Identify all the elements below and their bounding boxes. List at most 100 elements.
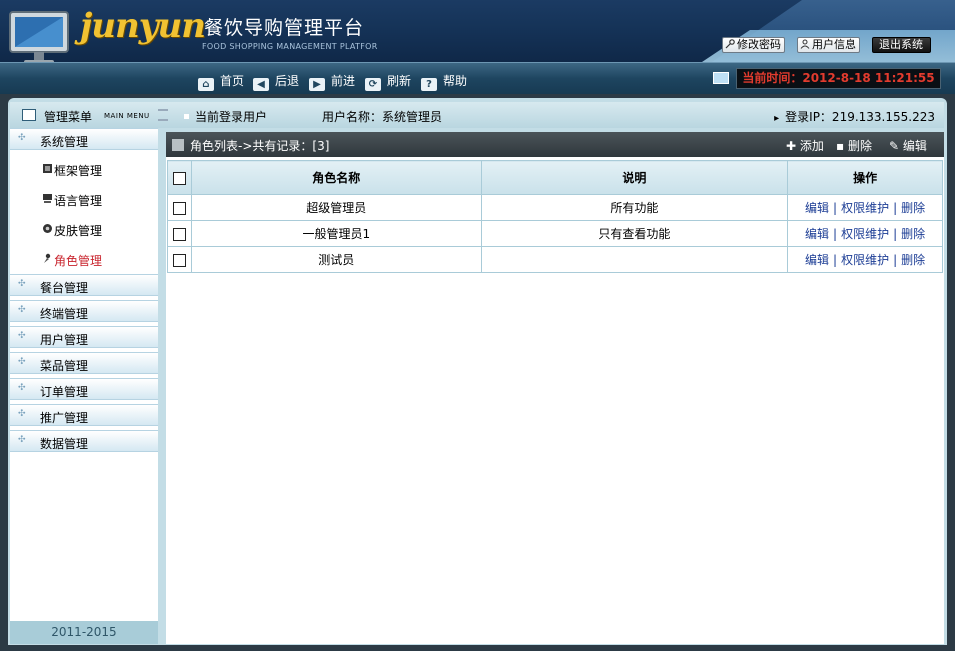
collapse-menu-icon[interactable] bbox=[158, 109, 168, 121]
row-delete-link[interactable]: 删除 bbox=[901, 201, 925, 215]
trash-icon: ▪ bbox=[836, 139, 845, 153]
frame-icon bbox=[43, 164, 52, 173]
row-actions: 编辑 | 权限维护 | 删除 bbox=[787, 220, 943, 247]
back-button[interactable]: ◀ 后退 bbox=[253, 72, 299, 91]
select-all-checkbox[interactable] bbox=[172, 171, 186, 185]
system-subtitle: FOOD SHOPPING MANAGEMENT PLATFOR bbox=[202, 42, 378, 51]
separator: | bbox=[893, 201, 898, 215]
table-row: 测试员 编辑 | 权限维护 | 删除 bbox=[167, 246, 943, 273]
sidebar-item-language[interactable]: 语言管理 bbox=[10, 184, 158, 214]
row-edit-link[interactable]: 编辑 bbox=[805, 227, 829, 241]
row-permission-link[interactable]: 权限维护 bbox=[841, 201, 889, 215]
sidebar-group-data[interactable]: ✣ 数据管理 bbox=[10, 430, 158, 452]
role-name-cell: 一般管理员1 bbox=[190, 220, 482, 247]
refresh-label: 刷新 bbox=[387, 74, 412, 88]
role-name-cell: 超级管理员 bbox=[190, 194, 482, 221]
row-checkbox[interactable] bbox=[172, 227, 186, 241]
info-bar: 管理菜单 MAIN MENU 当前登录用户 用户名称：系统管理员 登录IP：21… bbox=[10, 102, 944, 128]
nav-toolbar: ⌂ 首页 ◀ 后退 ▶ 前进 ⟳ 刷新 ? 帮助 当前时间：2012-8-18 11:21… bbox=[0, 62, 955, 94]
row-checkbox[interactable] bbox=[172, 253, 186, 267]
sidebar-group-label: 菜品管理 bbox=[40, 359, 89, 373]
sidebar-group-dish[interactable]: ✣ 菜品管理 bbox=[10, 352, 158, 374]
help-label: 帮助 bbox=[443, 74, 468, 88]
sidebar-group-user[interactable]: ✣ 用户管理 bbox=[10, 326, 158, 348]
edit-button[interactable]: ✎ 编辑 bbox=[889, 137, 927, 154]
list-header-bar: 角色列表->共有记录：[3] ✚ 添加 ▪ 删除 ✎ 编辑 bbox=[166, 132, 944, 157]
row-edit-link[interactable]: 编辑 bbox=[805, 253, 829, 267]
separator: | bbox=[833, 227, 838, 241]
logout-label: 退出系统 bbox=[879, 38, 923, 51]
sidebar-group-label: 推广管理 bbox=[40, 411, 89, 425]
user-info-button[interactable]: 用户信息 bbox=[797, 37, 860, 53]
forward-label: 前进 bbox=[331, 74, 356, 88]
row-edit-link[interactable]: 编辑 bbox=[805, 201, 829, 215]
table-row: 超级管理员 所有功能 编辑 | 权限维护 | 删除 bbox=[167, 194, 943, 221]
row-delete-link[interactable]: 删除 bbox=[901, 253, 925, 267]
logout-button[interactable]: 退出系统 bbox=[872, 37, 931, 53]
bullet-icon: ✣ bbox=[18, 331, 26, 341]
app-header: junyun 餐饮导购管理平台 FOOD SHOPPING MANAGEMENT… bbox=[0, 0, 955, 62]
key-icon bbox=[725, 39, 735, 49]
home-label: 首页 bbox=[220, 74, 245, 88]
copyright-text: 2011-2015 bbox=[10, 621, 158, 644]
delete-label: 删除 bbox=[847, 139, 872, 153]
menu-title: 管理菜单 bbox=[44, 110, 93, 124]
separator: | bbox=[833, 253, 838, 267]
add-button[interactable]: ✚ 添加 bbox=[786, 137, 824, 154]
content-panel: 角色列表->共有记录：[3] ✚ 添加 ▪ 删除 ✎ 编辑 角色名称 说明 操作… bbox=[166, 132, 944, 644]
home-button[interactable]: ⌂ 首页 bbox=[198, 72, 244, 91]
sidebar-item-label: 框架管理 bbox=[54, 164, 103, 178]
row-checkbox[interactable] bbox=[172, 201, 186, 215]
sidebar-menu: ✣ 系统管理 框架管理 语言管理 皮肤管理 角色管理 ✣ 餐台管理 ✣ 终端管理 ✣ 用… bbox=[10, 128, 158, 644]
table-row: 一般管理员1 只有查看功能 编辑 | 权限维护 | 删除 bbox=[167, 220, 943, 247]
user-icon bbox=[800, 39, 810, 49]
role-desc-cell: 所有功能 bbox=[480, 194, 789, 221]
bullet-icon: ✣ bbox=[18, 383, 26, 393]
bullet-icon: ✣ bbox=[18, 435, 26, 445]
menu-subtitle: MAIN MENU bbox=[104, 112, 150, 120]
list-icon bbox=[172, 139, 184, 151]
brand-logo-text: junyun bbox=[80, 6, 206, 46]
pencil-icon: ✎ bbox=[889, 139, 900, 153]
sidebar-group-terminal[interactable]: ✣ 终端管理 bbox=[10, 300, 158, 322]
plus-icon: ✚ bbox=[786, 139, 797, 153]
role-name-cell: 测试员 bbox=[190, 246, 482, 273]
current-time-display: 当前时间：2012-8-18 11:21:55 bbox=[736, 68, 941, 89]
sidebar-item-role[interactable]: 角色管理 bbox=[10, 244, 158, 274]
back-arrow-icon: ◀ bbox=[253, 78, 269, 91]
sidebar-item-skin[interactable]: 皮肤管理 bbox=[10, 214, 158, 244]
sidebar-group-label: 用户管理 bbox=[40, 333, 89, 347]
refresh-icon: ⟳ bbox=[365, 78, 381, 91]
separator: | bbox=[833, 201, 838, 215]
skin-icon bbox=[43, 224, 52, 233]
column-header-desc: 说明 bbox=[480, 160, 789, 195]
bullet-icon: ✣ bbox=[18, 133, 26, 143]
row-permission-link[interactable]: 权限维护 bbox=[841, 227, 889, 241]
help-button[interactable]: ? 帮助 bbox=[421, 72, 467, 91]
sidebar-group-label: 系统管理 bbox=[40, 135, 89, 149]
sidebar-group-order[interactable]: ✣ 订单管理 bbox=[10, 378, 158, 400]
sidebar-group-table[interactable]: ✣ 餐台管理 bbox=[10, 274, 158, 296]
sidebar-group-system[interactable]: ✣ 系统管理 bbox=[10, 128, 158, 150]
sidebar-group-label: 订单管理 bbox=[40, 385, 89, 399]
forward-button[interactable]: ▶ 前进 bbox=[309, 72, 355, 91]
system-title: 餐饮导购管理平台 bbox=[204, 17, 365, 39]
row-permission-link[interactable]: 权限维护 bbox=[841, 253, 889, 267]
row-delete-link[interactable]: 删除 bbox=[901, 227, 925, 241]
sidebar-item-label: 语言管理 bbox=[54, 194, 103, 208]
separator: | bbox=[893, 253, 898, 267]
role-table: 角色名称 说明 操作 超级管理员 所有功能 编辑 | 权限维护 | 删除 一般管理员1 … bbox=[167, 160, 943, 273]
refresh-button[interactable]: ⟳ 刷新 bbox=[365, 72, 411, 91]
change-password-button[interactable]: 修改密码 bbox=[722, 37, 785, 53]
delete-button[interactable]: ▪ 删除 bbox=[836, 137, 872, 154]
forward-arrow-icon: ▶ bbox=[309, 78, 325, 91]
separator: | bbox=[893, 227, 898, 241]
sidebar-group-promotion[interactable]: ✣ 推广管理 bbox=[10, 404, 158, 426]
edit-label: 编辑 bbox=[902, 139, 927, 153]
column-header-name: 角色名称 bbox=[190, 160, 482, 195]
sidebar-group-label: 终端管理 bbox=[40, 307, 89, 321]
sidebar-item-frame[interactable]: 框架管理 bbox=[10, 154, 158, 184]
current-user-label: 当前登录用户 bbox=[184, 108, 267, 125]
row-actions: 编辑 | 权限维护 | 删除 bbox=[787, 194, 943, 221]
row-actions: 编辑 | 权限维护 | 删除 bbox=[787, 246, 943, 273]
